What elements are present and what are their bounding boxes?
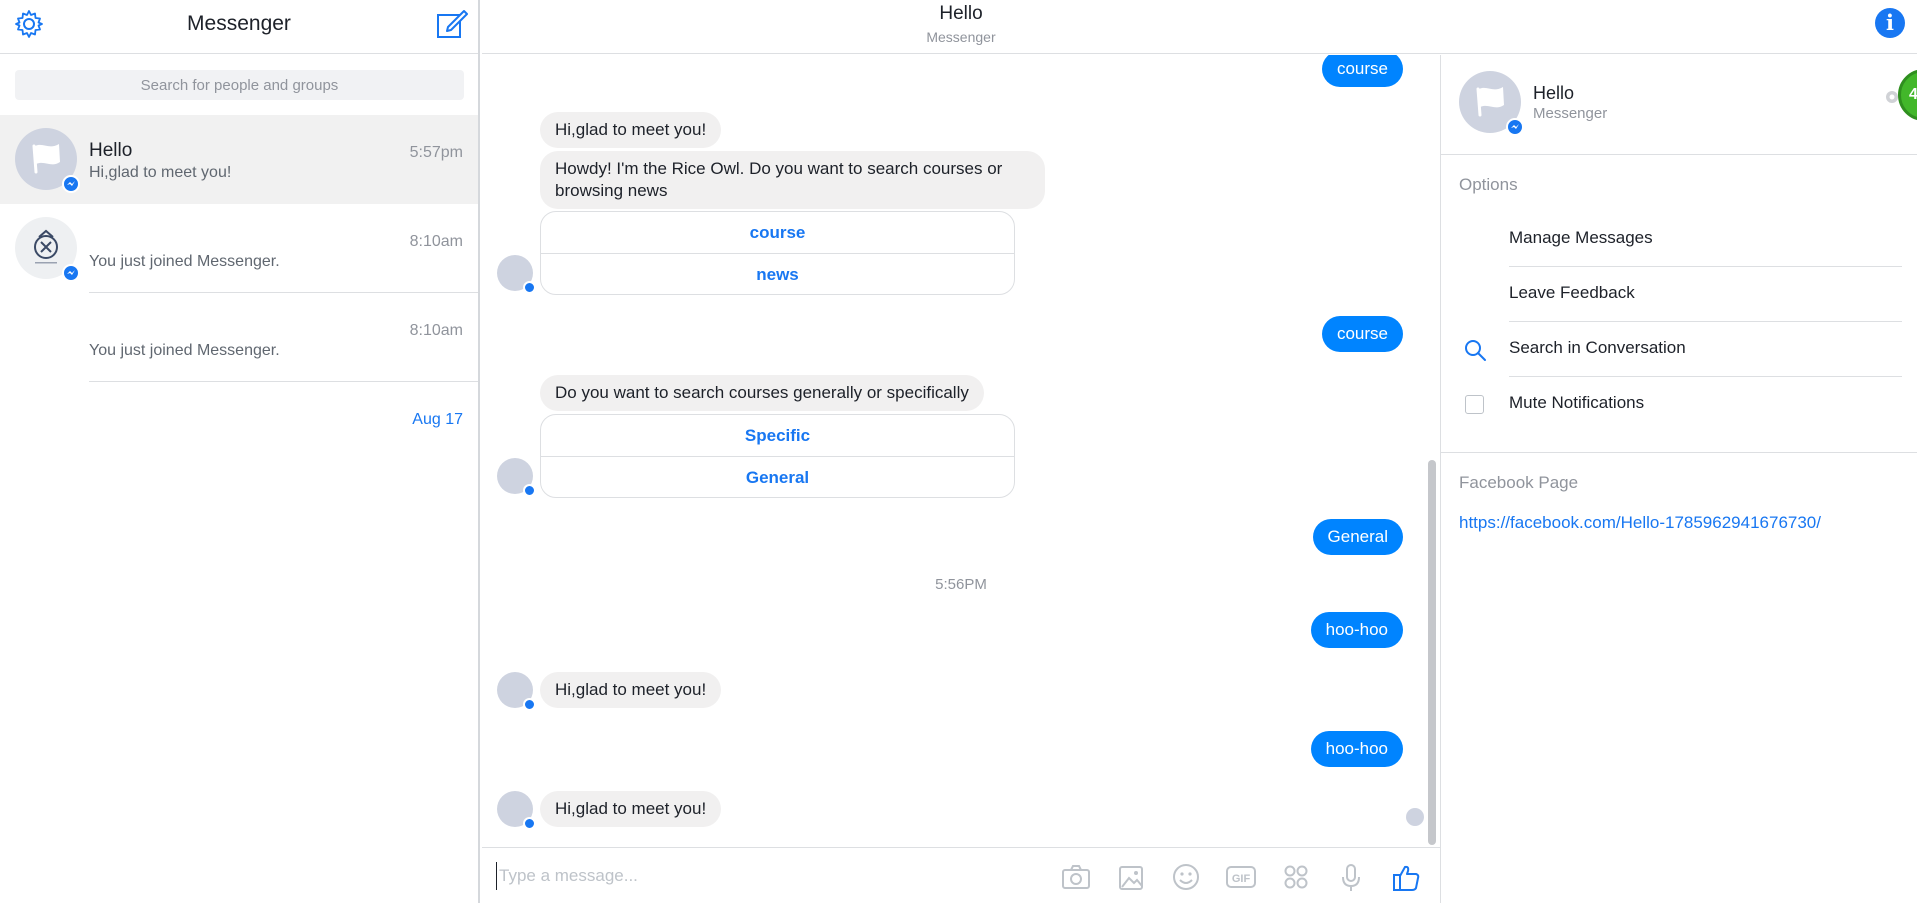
conversation-time: Aug 17 bbox=[412, 411, 463, 428]
app-title: Messenger bbox=[187, 12, 291, 35]
incoming-message: Do you want to search courses generally … bbox=[540, 375, 984, 411]
composer: GIF bbox=[482, 847, 1440, 903]
outgoing-message: hoo-hoo bbox=[1310, 612, 1403, 648]
option-label: Search in Conversation bbox=[1509, 338, 1686, 357]
conversation-time: 8:10am bbox=[409, 322, 463, 339]
search-input[interactable] bbox=[15, 70, 464, 100]
outgoing-message: course bbox=[1321, 55, 1403, 87]
message-input[interactable] bbox=[496, 862, 996, 890]
facebook-page-link[interactable]: https://facebook.com/Hello-1785962941676… bbox=[1459, 513, 1821, 533]
info-icon[interactable]: i bbox=[1875, 8, 1905, 38]
conversation-snippet: You just joined Messenger. bbox=[89, 342, 280, 359]
gif-icon[interactable]: GIF bbox=[1225, 861, 1257, 893]
conversation-item-hello[interactable]: Hello Hi,glad to meet you! 5:57pm bbox=[0, 115, 478, 204]
profile-name: Hello bbox=[1533, 83, 1575, 103]
messenger-app: Messenger Hello Hi,glad to meet you! bbox=[0, 0, 1917, 903]
quick-replies: Specific General bbox=[540, 414, 1015, 498]
conversation-snippet: You just joined Messenger. bbox=[89, 253, 280, 270]
conversation-item[interactable]: You just joined Messenger. 8:10am bbox=[0, 204, 478, 293]
camera-icon[interactable] bbox=[1060, 861, 1092, 893]
chat-subtitle: Messenger bbox=[926, 29, 996, 45]
conversation-list-panel: Messenger Hello Hi,glad to meet you! bbox=[0, 0, 480, 903]
avatar bbox=[15, 217, 80, 282]
incoming-message: Hi,glad to meet you! bbox=[540, 672, 722, 708]
manage-messages-option[interactable]: Manage Messages bbox=[1441, 212, 1902, 267]
quick-reply-specific[interactable]: Specific bbox=[541, 415, 1014, 456]
conversation-snippet: Hi,glad to meet you! bbox=[89, 164, 232, 181]
conversation-name: Hello bbox=[89, 140, 133, 161]
emoji-icon[interactable] bbox=[1170, 861, 1202, 893]
conversation-time: 8:10am bbox=[409, 233, 463, 250]
quick-replies: course news bbox=[540, 211, 1015, 295]
quick-reply-general[interactable]: General bbox=[541, 456, 1014, 497]
facebook-page-title: Facebook Page bbox=[1459, 473, 1579, 492]
outgoing-message: hoo-hoo bbox=[1310, 731, 1403, 767]
conversation-item[interactable]: You just joined Messenger. 8:10am bbox=[0, 293, 478, 382]
mute-notifications-option[interactable]: Mute Notifications bbox=[1441, 377, 1902, 432]
outgoing-message: General bbox=[1312, 519, 1403, 555]
chat-head-icon[interactable]: 44 bbox=[1898, 69, 1917, 121]
svg-text:GIF: GIF bbox=[1232, 873, 1251, 885]
thumbs-up-icon[interactable] bbox=[1390, 861, 1422, 893]
sender-avatar bbox=[497, 672, 536, 711]
search-icon bbox=[1465, 340, 1486, 361]
search-in-conversation-option[interactable]: Search in Conversation bbox=[1441, 322, 1902, 377]
thread-scrollbar[interactable] bbox=[1428, 460, 1436, 845]
messenger-badge-icon bbox=[62, 175, 80, 193]
leave-feedback-option[interactable]: Leave Feedback bbox=[1441, 267, 1902, 322]
message-thread: course Hi,glad to meet you! Howdy! I'm t… bbox=[482, 55, 1440, 847]
outgoing-message: course bbox=[1321, 316, 1403, 352]
conversation-time: 5:57pm bbox=[409, 144, 463, 161]
divider bbox=[1441, 452, 1917, 453]
left-header: Messenger bbox=[0, 0, 478, 54]
sender-avatar bbox=[497, 255, 536, 294]
profile-subtitle: Messenger bbox=[1533, 105, 1608, 122]
sender-avatar bbox=[497, 458, 536, 497]
incoming-message: Howdy! I'm the Rice Owl. Do you want to … bbox=[540, 151, 1045, 209]
avatar bbox=[15, 128, 80, 193]
mute-checkbox[interactable] bbox=[1465, 395, 1484, 414]
avatar bbox=[1459, 71, 1524, 136]
message-timestamp: 5:56PM bbox=[935, 576, 987, 593]
profile-header: Hello Messenger 44 bbox=[1441, 55, 1917, 155]
seen-avatar-icon bbox=[1406, 808, 1424, 826]
quick-reply-news[interactable]: news bbox=[541, 253, 1014, 294]
chat-header: Hello Messenger i bbox=[482, 0, 1917, 54]
option-label: Manage Messages bbox=[1509, 228, 1653, 247]
messenger-badge-icon bbox=[62, 264, 80, 282]
search-box bbox=[15, 70, 464, 100]
photo-icon[interactable] bbox=[1115, 861, 1147, 893]
option-label: Mute Notifications bbox=[1509, 393, 1645, 412]
options-title: Options bbox=[1459, 175, 1518, 194]
apps-icon[interactable] bbox=[1280, 861, 1312, 893]
messenger-badge-icon bbox=[1506, 118, 1524, 136]
chat-title: Hello bbox=[939, 3, 983, 24]
quick-reply-course[interactable]: course bbox=[541, 212, 1014, 253]
new-message-icon[interactable] bbox=[434, 7, 468, 41]
incoming-message: Hi,glad to meet you! bbox=[540, 112, 722, 148]
incoming-message: Hi,glad to meet you! bbox=[540, 791, 722, 827]
microphone-icon[interactable] bbox=[1335, 861, 1367, 893]
details-panel: Hello Messenger 44 Options Manage Messag… bbox=[1440, 55, 1917, 903]
conversation-item[interactable]: Aug 17 bbox=[0, 382, 478, 471]
chat-panel: Hello Messenger i course Hi,glad to meet… bbox=[482, 0, 1917, 903]
sender-avatar bbox=[497, 791, 536, 830]
option-label: Leave Feedback bbox=[1509, 283, 1635, 302]
